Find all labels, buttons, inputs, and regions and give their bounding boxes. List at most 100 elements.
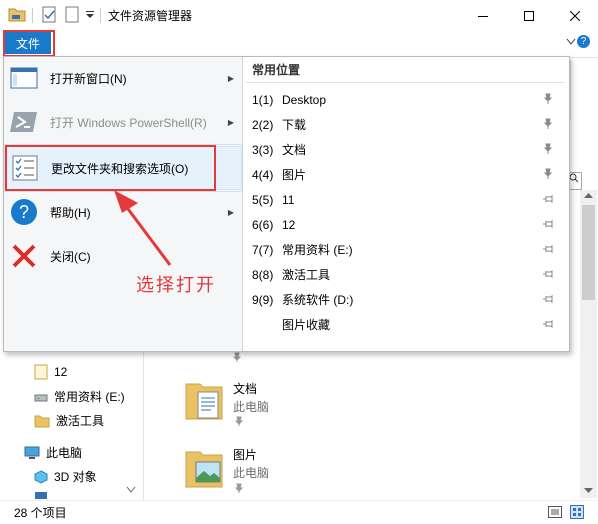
frequent-place-number: 2(2) bbox=[252, 117, 274, 132]
folder-icon bbox=[34, 415, 50, 427]
search-icon bbox=[569, 173, 579, 183]
frequent-place-number: 1(1) bbox=[252, 92, 274, 107]
folder-icon bbox=[8, 8, 26, 22]
frequent-place-item[interactable]: 2(2) 下载 bbox=[252, 112, 564, 137]
nav-item-desktop-partial[interactable] bbox=[34, 492, 48, 500]
scrollbar-thumb[interactable] bbox=[582, 205, 595, 300]
frequent-place-item[interactable]: 8(8) 激活工具 bbox=[252, 262, 564, 287]
scroll-down-icon[interactable] bbox=[584, 488, 593, 494]
frequent-place-item[interactable]: 9(9) 系统软件 (D:) bbox=[252, 287, 564, 312]
frequent-place-number: 5(5) bbox=[252, 192, 274, 207]
pinned-icon[interactable] bbox=[542, 143, 554, 155]
nav-item-label: 12 bbox=[54, 365, 68, 379]
expand-ribbon-icon[interactable] bbox=[566, 38, 576, 46]
nav-item-3d-objects[interactable]: 3D 对象 bbox=[34, 468, 97, 485]
frequent-place-item[interactable]: 3(3) 文档 bbox=[252, 137, 564, 162]
frequent-place-name: 文档 bbox=[282, 143, 307, 157]
3d-objects-icon bbox=[34, 469, 48, 484]
properties-icon[interactable] bbox=[41, 6, 57, 24]
svg-text:?: ? bbox=[19, 202, 29, 222]
submenu-arrow-icon: ▶ bbox=[227, 73, 234, 83]
nav-item-12[interactable]: 12 bbox=[34, 364, 67, 380]
menu-item-label: 打开 Windows PowerShell(R) bbox=[50, 115, 207, 130]
item-count: 28 个项目 bbox=[14, 506, 67, 520]
frequent-places-panel: 常用位置 1(1) Desktop 2(2) 下载 3(3) 文档 4(4) 图片 5(5) 11… bbox=[243, 57, 569, 351]
scroll-up-icon[interactable] bbox=[584, 193, 593, 199]
divider bbox=[100, 8, 101, 23]
nav-item-drive-e[interactable]: 常用资料 (E:) bbox=[34, 388, 125, 405]
unpinned-icon[interactable] bbox=[542, 318, 554, 330]
frequent-place-number: 8(8) bbox=[252, 267, 274, 282]
nav-item-label: 常用资料 (E:) bbox=[54, 390, 125, 404]
unpinned-icon[interactable] bbox=[542, 268, 554, 280]
frequent-place-item[interactable]: 6(6) 12 bbox=[252, 212, 564, 237]
menu-item-open-powershell[interactable]: 打开 Windows PowerShell(R) ▶ bbox=[4, 101, 242, 143]
folder-icon bbox=[34, 364, 48, 380]
frequent-place-number: 7(7) bbox=[252, 242, 274, 257]
frequent-place-item[interactable]: 7(7) 常用资料 (E:) bbox=[252, 237, 564, 262]
frequent-place-name: 激活工具 bbox=[282, 268, 331, 282]
documents-folder-icon bbox=[185, 383, 223, 420]
unpinned-icon[interactable] bbox=[542, 193, 554, 205]
help-circle-icon: ? bbox=[11, 199, 37, 225]
minimize-icon bbox=[478, 15, 488, 17]
content-item-location: 此电脑 bbox=[233, 400, 270, 414]
frequent-place-name: 12 bbox=[282, 217, 296, 232]
close-x-icon bbox=[12, 244, 36, 268]
content-item-documents[interactable] bbox=[184, 378, 224, 425]
nav-item-this-pc[interactable]: 此电脑 bbox=[24, 444, 82, 461]
pinned-icon[interactable] bbox=[542, 168, 554, 180]
maximize-button[interactable] bbox=[506, 0, 552, 31]
maximize-icon bbox=[524, 10, 534, 21]
frequent-place-number: 3(3) bbox=[252, 142, 274, 157]
pin-icon bbox=[234, 483, 244, 493]
details-view-icon[interactable] bbox=[548, 506, 562, 518]
customize-quick-access-icon[interactable] bbox=[85, 11, 95, 19]
frequent-place-item[interactable]: 4(4) 图片 bbox=[252, 162, 564, 187]
pinned-icon[interactable] bbox=[542, 118, 554, 130]
frequent-places-title: 常用位置 bbox=[252, 63, 301, 77]
unpinned-icon[interactable] bbox=[542, 218, 554, 230]
close-window-button[interactable] bbox=[552, 0, 598, 31]
submenu-arrow-icon: ▶ bbox=[227, 117, 234, 127]
pinned-icon[interactable] bbox=[542, 93, 554, 105]
frequent-place-item[interactable]: 5(5) 11 bbox=[252, 187, 564, 212]
frequent-place-name: 下载 bbox=[282, 118, 307, 132]
ribbon-fragment bbox=[570, 60, 581, 120]
status-bar: 28 个项目 bbox=[0, 500, 598, 524]
frequent-place-item[interactable]: 图片收藏 bbox=[252, 312, 564, 337]
file-menu: 打开新窗口(N) ▶ 打开 Windows PowerShell(R) ▶ 更改… bbox=[3, 56, 570, 352]
new-folder-icon[interactable] bbox=[64, 6, 80, 24]
drive-icon bbox=[34, 394, 48, 401]
pin-icon bbox=[232, 352, 242, 362]
file-tab-highlight-box bbox=[3, 30, 55, 57]
frequent-place-name: 常用资料 (E:) bbox=[282, 243, 353, 257]
nav-item-label: 3D 对象 bbox=[54, 470, 97, 484]
content-item-name: 文档 bbox=[233, 382, 258, 396]
frequent-place-number: 9(9) bbox=[252, 292, 274, 307]
frequent-place-name: 11 bbox=[282, 192, 295, 207]
menu-item-label: 关闭(C) bbox=[50, 249, 91, 264]
content-item-pictures[interactable] bbox=[184, 446, 224, 493]
annotation-arrow bbox=[114, 190, 172, 266]
unpinned-icon[interactable] bbox=[542, 243, 554, 255]
help-icon[interactable]: ? bbox=[577, 35, 590, 48]
divider bbox=[32, 8, 33, 23]
unpinned-icon[interactable] bbox=[542, 293, 554, 305]
nav-item-activation-tools[interactable]: 激活工具 bbox=[34, 412, 104, 429]
content-item-name: 图片 bbox=[233, 448, 258, 462]
nav-item-label: 激活工具 bbox=[56, 414, 105, 428]
frequent-place-name: 系统软件 (D:) bbox=[282, 293, 354, 307]
pane-divider bbox=[143, 352, 144, 500]
minimize-button[interactable] bbox=[460, 0, 506, 31]
frequent-place-item[interactable]: 1(1) Desktop bbox=[252, 87, 564, 112]
powershell-icon bbox=[10, 112, 37, 132]
pictures-folder-icon bbox=[185, 451, 223, 488]
close-icon bbox=[570, 10, 580, 21]
frequent-place-number: 6(6) bbox=[252, 217, 274, 232]
nav-scroll-down-icon[interactable] bbox=[126, 486, 136, 494]
desktop-icon bbox=[35, 492, 47, 499]
large-icons-view-icon[interactable] bbox=[570, 505, 584, 519]
menu-item-open-new-window[interactable]: 打开新窗口(N) ▶ bbox=[4, 57, 242, 99]
content-item-location: 此电脑 bbox=[233, 466, 270, 480]
